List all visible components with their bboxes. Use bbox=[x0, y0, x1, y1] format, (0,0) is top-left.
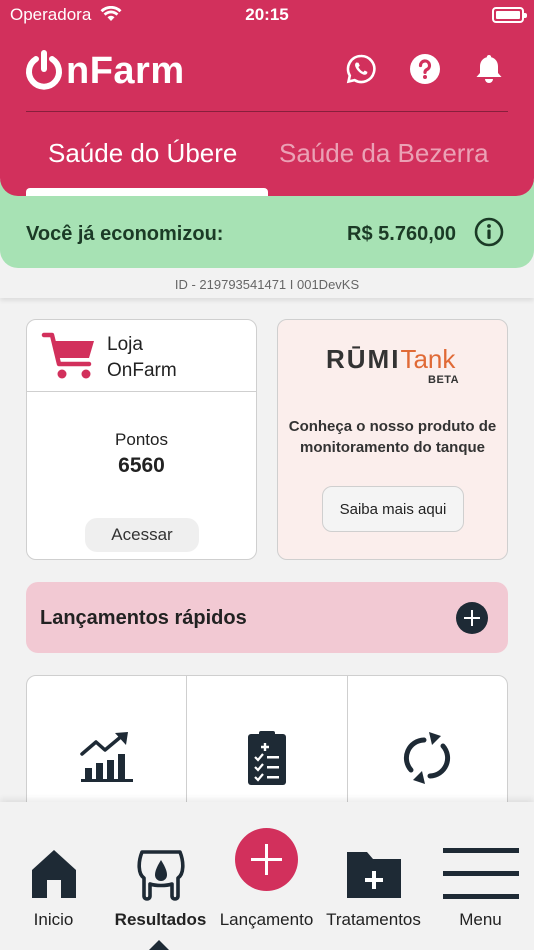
nav-tratamentos[interactable]: Tratamentos bbox=[320, 802, 427, 950]
onfarm-logo: nFarm bbox=[24, 44, 185, 98]
udder-icon bbox=[136, 850, 185, 901]
nav-label-resultados: Resultados bbox=[114, 910, 207, 929]
user-id-line: ID - 219793541471 I 001DevKS bbox=[0, 268, 534, 298]
nav-label-menu: Menu bbox=[459, 910, 502, 929]
whatsapp-icon[interactable] bbox=[344, 52, 378, 86]
add-circle-icon bbox=[235, 828, 298, 891]
battery-icon bbox=[492, 7, 527, 23]
loja-title-line2: OnFarm bbox=[107, 360, 177, 381]
points-label: Pontos bbox=[115, 430, 168, 449]
tab-saude-do-ubere[interactable]: Saúde do Úbere bbox=[48, 138, 237, 169]
nav-menu[interactable]: Menu bbox=[427, 802, 534, 950]
cart-icon bbox=[41, 330, 99, 387]
nav-resultados[interactable]: Resultados bbox=[107, 802, 214, 950]
nav-label-inicio: Inicio bbox=[33, 910, 74, 929]
rumi-description: Conheça o nosso produto de monitoramento… bbox=[288, 418, 497, 456]
chart-growth-icon bbox=[79, 732, 133, 782]
nav-label-lancamento: Lançamento bbox=[219, 910, 314, 929]
rumi-brand-right: Tank bbox=[400, 344, 456, 374]
active-nav-indicator bbox=[149, 940, 169, 950]
bell-icon[interactable] bbox=[472, 52, 506, 86]
power-icon bbox=[26, 50, 62, 90]
tab-saude-da-bezerra[interactable]: Saúde da Bezerra bbox=[279, 138, 489, 169]
app-header: Operadora 20:15 nFarm Saúde do Úbere Saú… bbox=[0, 0, 534, 196]
add-icon[interactable] bbox=[456, 602, 488, 634]
rumi-tank-logo: RŪMITank BETA bbox=[326, 344, 459, 386]
nav-label-tratamentos: Tratamentos bbox=[326, 910, 421, 929]
quick-entries-panel[interactable]: Lançamentos rápidos bbox=[26, 582, 508, 653]
nav-lancamento[interactable]: Lançamento bbox=[213, 802, 320, 950]
quick-entries-label: Lançamentos rápidos bbox=[40, 607, 247, 629]
beta-badge: BETA bbox=[428, 374, 460, 386]
loja-card-header: Loja OnFarm bbox=[27, 320, 256, 392]
points-value: 6560 bbox=[118, 454, 165, 477]
acessar-button[interactable]: Acessar bbox=[85, 518, 199, 552]
logo-text: nFarm bbox=[66, 49, 185, 92]
status-bar: Operadora 20:15 bbox=[0, 0, 534, 30]
checklist-icon bbox=[247, 731, 286, 785]
saiba-mais-button[interactable]: Saiba mais aqui bbox=[322, 486, 464, 532]
loja-onfarm-card[interactable]: Loja OnFarm Pontos 6560 Acessar bbox=[26, 319, 257, 560]
active-tab-indicator bbox=[26, 188, 268, 196]
header-divider bbox=[26, 111, 508, 112]
rumi-brand-left: RŪMI bbox=[326, 344, 401, 374]
nav-inicio[interactable]: Inicio bbox=[0, 802, 107, 950]
folder-add-icon bbox=[346, 852, 401, 898]
savings-label: Você já economizou: bbox=[26, 223, 224, 245]
savings-value: R$ 5.760,00 bbox=[347, 223, 456, 245]
info-icon[interactable] bbox=[474, 217, 504, 247]
bottom-navigation: Inicio Resultados Lançamento Tratamentos bbox=[0, 802, 534, 950]
refresh-icon bbox=[404, 732, 451, 784]
menu-icon bbox=[442, 848, 519, 899]
home-icon bbox=[31, 850, 76, 898]
help-icon[interactable] bbox=[408, 52, 442, 86]
clock: 20:15 bbox=[245, 5, 289, 24]
loja-title-line1: Loja bbox=[107, 334, 143, 355]
rumi-tank-card: RŪMITank BETA Conheça o nosso produto de… bbox=[277, 319, 508, 560]
